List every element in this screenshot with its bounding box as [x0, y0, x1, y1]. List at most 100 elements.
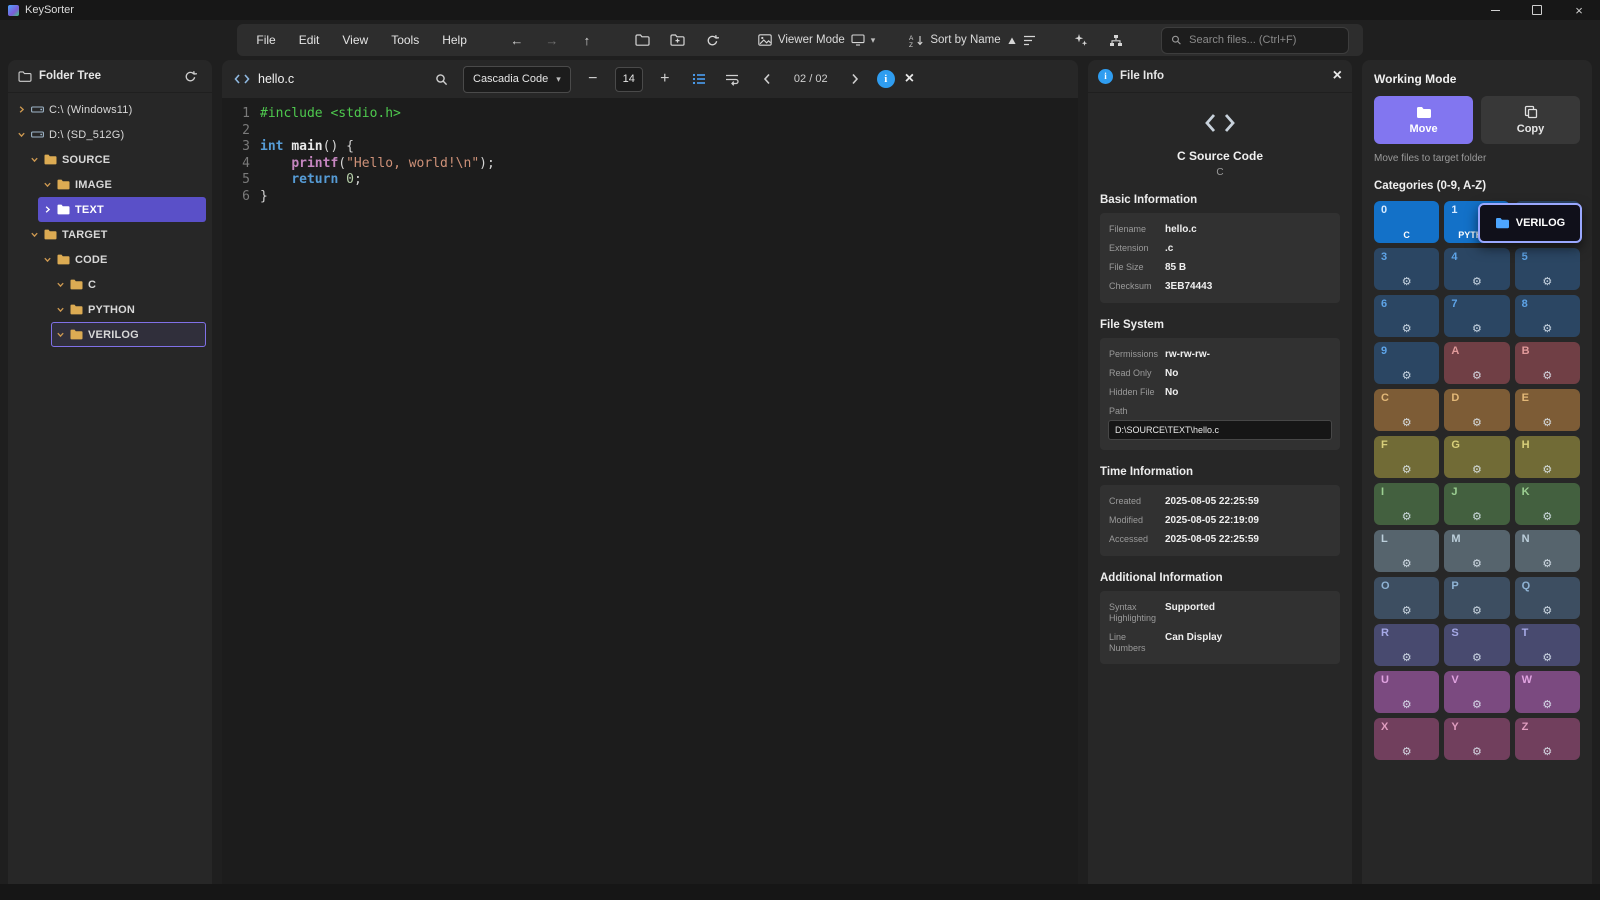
gear-icon[interactable]: ⚙: [1542, 277, 1552, 288]
gear-icon[interactable]: ⚙: [1472, 371, 1482, 382]
gear-icon[interactable]: ⚙: [1472, 606, 1482, 617]
chevron-down-icon[interactable]: [43, 255, 52, 264]
gear-icon[interactable]: ⚙: [1402, 512, 1412, 523]
chevron-right-icon[interactable]: [43, 205, 52, 214]
category-tile-p[interactable]: P⚙: [1444, 577, 1509, 619]
chevron-down-icon[interactable]: [30, 155, 39, 164]
viewer-search-button[interactable]: [429, 67, 453, 91]
tree-item-c-windows11[interactable]: C:\ (Windows11): [12, 97, 206, 122]
gear-icon[interactable]: ⚙: [1472, 324, 1482, 335]
chevron-down-icon[interactable]: [30, 230, 39, 239]
back-button[interactable]: ←: [506, 28, 528, 52]
category-tile-e[interactable]: E⚙: [1515, 389, 1580, 431]
category-tile-h[interactable]: H⚙: [1515, 436, 1580, 478]
chevron-down-icon[interactable]: [56, 330, 65, 339]
category-tile-i[interactable]: I⚙: [1374, 483, 1439, 525]
gear-icon[interactable]: ⚙: [1402, 418, 1412, 429]
font-size-increase-button[interactable]: +: [653, 67, 677, 91]
viewer-mode-control[interactable]: Viewer Mode ▾: [758, 34, 875, 46]
category-tile-j[interactable]: J⚙: [1444, 483, 1509, 525]
category-tile-m[interactable]: M⚙: [1444, 530, 1509, 572]
gear-icon[interactable]: ⚙: [1472, 512, 1482, 523]
tree-item-code[interactable]: CODE: [38, 247, 206, 272]
copy-mode-button[interactable]: Copy: [1481, 96, 1580, 144]
code-area[interactable]: 1#include <stdio.h>23int main() {4 print…: [222, 98, 1078, 884]
category-tile-w[interactable]: W⚙: [1515, 671, 1580, 713]
gear-icon[interactable]: ⚙: [1542, 606, 1552, 617]
font-select[interactable]: Cascadia Code ▾: [463, 66, 571, 93]
category-tile-r[interactable]: R⚙: [1374, 624, 1439, 666]
gear-icon[interactable]: ⚙: [1542, 324, 1552, 335]
category-tile-o[interactable]: O⚙: [1374, 577, 1439, 619]
menu-edit[interactable]: Edit: [294, 29, 325, 51]
tree-item-c[interactable]: C: [51, 272, 206, 297]
category-tile-n[interactable]: N⚙: [1515, 530, 1580, 572]
viewer-close-button[interactable]: ×: [905, 70, 914, 88]
chevron-down-icon[interactable]: [56, 305, 65, 314]
gear-icon[interactable]: ⚙: [1472, 418, 1482, 429]
chevron-right-icon[interactable]: [17, 105, 26, 114]
sort-control[interactable]: AZ Sort by Name: [909, 34, 1035, 47]
category-tile-u[interactable]: U⚙: [1374, 671, 1439, 713]
category-tile-q[interactable]: Q⚙: [1515, 577, 1580, 619]
category-tile-v[interactable]: V⚙: [1444, 671, 1509, 713]
category-tile-t[interactable]: T⚙: [1515, 624, 1580, 666]
tree-item-source[interactable]: SOURCE: [25, 147, 206, 172]
category-tile-b[interactable]: B⚙: [1515, 342, 1580, 384]
file-path-field[interactable]: D:\SOURCE\TEXT\hello.c: [1108, 420, 1332, 440]
category-tile-8[interactable]: 8⚙: [1515, 295, 1580, 337]
refresh-button[interactable]: [702, 28, 724, 52]
word-wrap-toggle[interactable]: [721, 67, 745, 91]
tree-item-d-sd-512g[interactable]: D:\ (SD_512G): [12, 122, 206, 147]
gear-icon[interactable]: ⚙: [1402, 371, 1412, 382]
gear-icon[interactable]: ⚙: [1542, 559, 1552, 570]
gear-icon[interactable]: ⚙: [1472, 653, 1482, 664]
tree-item-target[interactable]: TARGET: [25, 222, 206, 247]
menu-help[interactable]: Help: [437, 29, 472, 51]
category-tile-k[interactable]: K⚙: [1515, 483, 1580, 525]
gear-icon[interactable]: ⚙: [1542, 512, 1552, 523]
menu-view[interactable]: View: [337, 29, 373, 51]
tree-item-verilog[interactable]: VERILOG: [51, 322, 206, 347]
category-tile-3[interactable]: 3⚙: [1374, 248, 1439, 290]
next-page-button[interactable]: [843, 67, 867, 91]
gear-icon[interactable]: ⚙: [1542, 418, 1552, 429]
gear-icon[interactable]: ⚙: [1402, 700, 1412, 711]
menu-file[interactable]: File: [251, 29, 280, 51]
font-size-decrease-button[interactable]: −: [581, 67, 605, 91]
gear-icon[interactable]: ⚙: [1402, 606, 1412, 617]
gear-icon[interactable]: ⚙: [1542, 371, 1552, 382]
category-tile-x[interactable]: X⚙: [1374, 718, 1439, 760]
rules-button[interactable]: [1105, 28, 1127, 52]
category-tile-l[interactable]: L⚙: [1374, 530, 1439, 572]
gear-icon[interactable]: ⚙: [1542, 653, 1552, 664]
gear-icon[interactable]: ⚙: [1472, 559, 1482, 570]
category-tile-d[interactable]: D⚙: [1444, 389, 1509, 431]
category-tile-f[interactable]: F⚙: [1374, 436, 1439, 478]
gear-icon[interactable]: ⚙: [1402, 559, 1412, 570]
forward-button[interactable]: →: [541, 28, 563, 52]
line-numbers-toggle[interactable]: [687, 67, 711, 91]
gear-icon[interactable]: ⚙: [1472, 747, 1482, 758]
tree-item-python[interactable]: PYTHON: [51, 297, 206, 322]
category-tile-y[interactable]: Y⚙: [1444, 718, 1509, 760]
category-tile-g[interactable]: G⚙: [1444, 436, 1509, 478]
new-folder-button[interactable]: [632, 28, 654, 52]
tree-refresh-button[interactable]: [178, 64, 202, 88]
move-mode-button[interactable]: Move: [1374, 96, 1473, 144]
gear-icon[interactable]: ⚙: [1402, 653, 1412, 664]
file-info-toggle-button[interactable]: i: [877, 70, 895, 88]
add-folder-button[interactable]: [667, 28, 689, 52]
menu-tools[interactable]: Tools: [386, 29, 424, 51]
up-button[interactable]: ↑: [576, 28, 598, 52]
chevron-down-icon[interactable]: [17, 130, 26, 139]
gear-icon[interactable]: ⚙: [1472, 465, 1482, 476]
category-tile-s[interactable]: S⚙: [1444, 624, 1509, 666]
category-tile-z[interactable]: Z⚙: [1515, 718, 1580, 760]
tree-item-image[interactable]: IMAGE: [38, 172, 206, 197]
category-tile-a[interactable]: A⚙: [1444, 342, 1509, 384]
gear-icon[interactable]: ⚙: [1542, 465, 1552, 476]
category-tile-4[interactable]: 4⚙: [1444, 248, 1509, 290]
gear-icon[interactable]: ⚙: [1402, 747, 1412, 758]
tree-item-text[interactable]: TEXT: [38, 197, 206, 222]
